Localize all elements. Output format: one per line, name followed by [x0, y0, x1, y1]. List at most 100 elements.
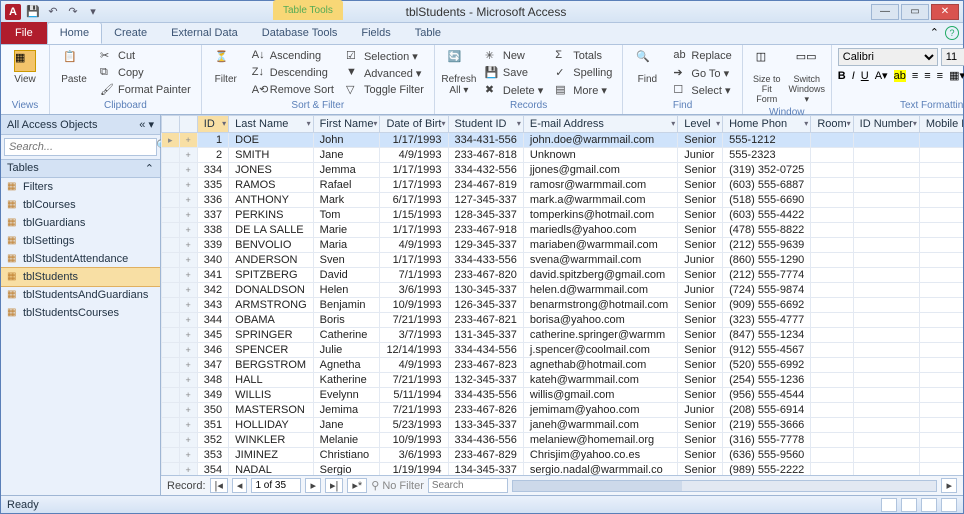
column-header[interactable]: Date of Birt▾ — [380, 116, 448, 133]
cell[interactable] — [853, 178, 919, 193]
cell[interactable]: catherine.springer@warmm — [523, 328, 677, 343]
cell[interactable]: Evelynn — [313, 388, 380, 403]
cell[interactable]: PERKINS — [229, 208, 314, 223]
cell[interactable]: Senior — [678, 358, 723, 373]
cell[interactable]: Senior — [678, 448, 723, 463]
cell[interactable]: 334 — [197, 163, 228, 178]
gridlines-button[interactable]: ▦▾ — [949, 69, 964, 82]
expand-row-icon[interactable]: + — [179, 238, 197, 253]
descending-button[interactable]: Z↓Descending — [248, 65, 338, 81]
cell[interactable] — [811, 178, 853, 193]
cell[interactable]: Senior — [678, 313, 723, 328]
format-painter-button[interactable]: 🖌Format Painter — [96, 82, 195, 98]
font-color-button[interactable]: A▾ — [875, 69, 888, 82]
cell[interactable] — [811, 148, 853, 163]
cell[interactable]: 1/15/1993 — [380, 208, 448, 223]
cell[interactable]: Katherine — [313, 373, 380, 388]
table-row[interactable]: +339BENVOLIOMaria4/9/1993129-345-337mari… — [162, 238, 964, 253]
row-selector[interactable] — [162, 448, 180, 463]
cell[interactable]: DONALDSON — [229, 283, 314, 298]
cell[interactable]: mariaben@warmmail.com — [523, 238, 677, 253]
minimize-button[interactable]: — — [871, 4, 899, 20]
cell[interactable]: 233-467-818 — [448, 148, 523, 163]
navpane-item[interactable]: tblStudentsCourses — [1, 304, 160, 322]
cell[interactable]: (208) 555-6914 — [723, 403, 811, 418]
row-selector[interactable] — [162, 463, 180, 476]
expand-row-icon[interactable]: + — [179, 253, 197, 268]
cell[interactable]: 337 — [197, 208, 228, 223]
cell[interactable]: Helen — [313, 283, 380, 298]
cell[interactable]: ARMSTRONG — [229, 298, 314, 313]
cell[interactable]: Melanie — [313, 433, 380, 448]
cell[interactable]: Junior — [678, 283, 723, 298]
cell[interactable]: Junior — [678, 403, 723, 418]
cell[interactable] — [853, 268, 919, 283]
expand-row-icon[interactable]: + — [179, 463, 197, 476]
align-left-button[interactable]: ≡ — [912, 70, 918, 82]
expand-row-icon[interactable]: + — [179, 358, 197, 373]
cell[interactable]: (316) 555-7778 — [723, 433, 811, 448]
cell[interactable] — [853, 163, 919, 178]
cell[interactable]: NADAL — [229, 463, 314, 476]
expand-row-icon[interactable]: + — [179, 373, 197, 388]
font-size-select[interactable]: 11 — [941, 48, 964, 66]
size-to-fit-button[interactable]: ◫ Size to Fit Form — [749, 48, 785, 107]
cell[interactable]: (518) 555-6690 — [723, 193, 811, 208]
cell[interactable]: tomperkins@hotmail.com — [523, 208, 677, 223]
cell[interactable] — [919, 268, 963, 283]
row-selector[interactable] — [162, 328, 180, 343]
cell[interactable] — [853, 208, 919, 223]
cell[interactable]: john.doe@warmmail.com — [523, 133, 677, 148]
cell[interactable] — [919, 253, 963, 268]
record-search-input[interactable] — [428, 478, 508, 493]
table-row[interactable]: +345SPRINGERCatherine3/7/1993131-345-337… — [162, 328, 964, 343]
cell[interactable]: ANDERSON — [229, 253, 314, 268]
column-header[interactable]: Home Phon▾ — [723, 116, 811, 133]
copy-button[interactable]: ⧉Copy — [96, 65, 195, 81]
cell[interactable] — [811, 373, 853, 388]
cell[interactable]: 126-345-337 — [448, 298, 523, 313]
cell[interactable]: (847) 555-1234 — [723, 328, 811, 343]
cell[interactable] — [853, 328, 919, 343]
cell[interactable]: Senior — [678, 223, 723, 238]
cell[interactable]: SMITH — [229, 148, 314, 163]
cell[interactable]: 6/17/1993 — [380, 193, 448, 208]
cell[interactable]: jjones@gmail.com — [523, 163, 677, 178]
tab-table[interactable]: Table — [403, 22, 453, 44]
cell[interactable]: HALL — [229, 373, 314, 388]
cell[interactable]: ANTHONY — [229, 193, 314, 208]
column-header[interactable]: Mobile Pl▾ — [919, 116, 963, 133]
cell[interactable]: Senior — [678, 208, 723, 223]
cell[interactable]: Maria — [313, 238, 380, 253]
italic-button[interactable]: I — [852, 70, 855, 82]
table-row[interactable]: +344OBAMABoris7/21/1993233-467-821borisa… — [162, 313, 964, 328]
cell[interactable] — [853, 133, 919, 148]
cell[interactable]: 7/21/1993 — [380, 313, 448, 328]
cell[interactable]: 5/23/1993 — [380, 418, 448, 433]
tab-database-tools[interactable]: Database Tools — [250, 22, 350, 44]
cell[interactable]: 354 — [197, 463, 228, 476]
cell[interactable]: (212) 555-9639 — [723, 238, 811, 253]
table-row[interactable]: +349WILLISEvelynn5/11/1994334-435-556wil… — [162, 388, 964, 403]
cell[interactable] — [853, 388, 919, 403]
cell[interactable]: 128-345-337 — [448, 208, 523, 223]
cell[interactable]: 343 — [197, 298, 228, 313]
table-row[interactable]: +336ANTHONYMark6/17/1993127-345-337mark.… — [162, 193, 964, 208]
cell[interactable]: Senior — [678, 418, 723, 433]
cell[interactable]: (212) 555-7774 — [723, 268, 811, 283]
expand-row-icon[interactable]: + — [179, 298, 197, 313]
cell[interactable]: mariedls@yahoo.com — [523, 223, 677, 238]
navpane-item[interactable]: Filters — [1, 178, 160, 196]
cell[interactable] — [919, 283, 963, 298]
cell[interactable]: Christiano — [313, 448, 380, 463]
tab-external-data[interactable]: External Data — [159, 22, 250, 44]
cell[interactable]: Senior — [678, 298, 723, 313]
cell[interactable]: 341 — [197, 268, 228, 283]
cell[interactable]: DE LA SALLE — [229, 223, 314, 238]
selection-button[interactable]: ☑Selection ▾ — [342, 48, 428, 64]
help-icon[interactable]: ? — [945, 26, 959, 40]
row-selector[interactable] — [162, 238, 180, 253]
cell[interactable]: Mark — [313, 193, 380, 208]
navpane-item[interactable]: tblCourses — [1, 196, 160, 214]
cell[interactable]: BENVOLIO — [229, 238, 314, 253]
